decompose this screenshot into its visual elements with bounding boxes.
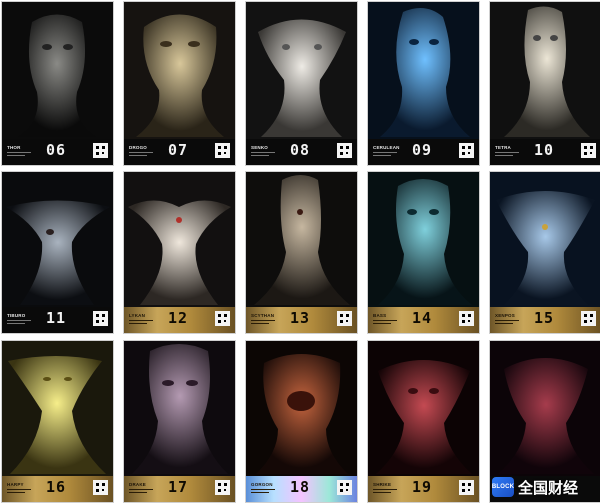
card-footer: THOR 06 — [2, 139, 113, 165]
watermark-logo-icon: BLOCK — [492, 477, 514, 497]
qr-code-icon — [215, 480, 230, 495]
card-gorgon[interactable]: GORGON 18 — [246, 341, 357, 502]
creature-name: DRAKE — [129, 482, 147, 487]
creature-name: GORGON — [251, 482, 273, 487]
watermark-text: 全国财经 — [518, 478, 579, 497]
card-tiburo[interactable]: TIBURO 11 — [2, 172, 113, 333]
card-number: 16 — [46, 478, 67, 496]
qr-code-icon — [581, 311, 596, 326]
qr-code-icon — [215, 143, 230, 158]
card-cerulean[interactable]: CERULEAN 09 — [368, 2, 479, 165]
card-footer: SCYTHAN 13 — [246, 307, 357, 333]
card-number: 09 — [412, 141, 433, 159]
qr-code-icon — [337, 480, 352, 495]
card-footer: CERULEAN 09 — [368, 139, 479, 165]
card-number: 13 — [290, 309, 311, 327]
card-number: 06 — [46, 141, 67, 159]
creature-name: DROGO — [129, 145, 148, 150]
card-number: 08 — [290, 141, 311, 159]
card-number: 07 — [168, 141, 189, 159]
qr-code-icon — [337, 143, 352, 158]
creature-name: HARPY — [7, 482, 24, 487]
creature-name: SENKO — [251, 145, 269, 150]
card-footer: HARPY 16 — [2, 476, 113, 502]
qr-code-icon — [93, 143, 108, 158]
card-number: 15 — [534, 309, 555, 327]
creature-name: SHRIKE — [373, 482, 392, 487]
qr-code-icon — [459, 480, 474, 495]
card-drake[interactable]: DRAKE 17 — [124, 341, 235, 502]
card-number: 18 — [290, 478, 311, 496]
card-harpy[interactable]: HARPY 16 — [2, 341, 113, 502]
creature-name: THOR — [7, 145, 21, 150]
card-drogo[interactable]: DROGO 07 — [124, 2, 235, 165]
qr-code-icon — [93, 311, 108, 326]
card-footer: DROGO 07 — [124, 139, 235, 165]
card-scythan[interactable]: SCYTHAN 13 — [246, 172, 357, 333]
card-footer: LYKAN 12 — [124, 307, 235, 333]
card-footer: XENPOS 15 — [490, 307, 600, 333]
qr-code-icon — [581, 143, 596, 158]
card-footer: SENKO 08 — [246, 139, 357, 165]
creature-name: TIBURO — [7, 313, 26, 318]
creature-name: TETRA — [495, 145, 511, 150]
qr-code-icon — [459, 143, 474, 158]
qr-code-icon — [215, 311, 230, 326]
card-footer: BASS 14 — [368, 307, 479, 333]
card-footer: DRAKE 17 — [124, 476, 235, 502]
qr-code-icon — [459, 311, 474, 326]
qr-code-icon — [93, 480, 108, 495]
card-footer: TETRA 10 — [490, 139, 600, 165]
card-senko[interactable]: SENKO 08 — [246, 2, 357, 165]
card-number: 12 — [168, 309, 189, 327]
card-footer: SHRIKE 19 — [368, 476, 479, 502]
creature-name: XENPOS — [495, 313, 515, 318]
card-grid: THOR 06 DROGO 07 SENKO 08 CERULEAN 09 TE… — [0, 0, 600, 504]
card-number: 17 — [168, 478, 189, 496]
creature-name: CERULEAN — [373, 145, 400, 150]
creature-name: BASS — [373, 313, 387, 318]
qr-code-icon — [337, 311, 352, 326]
card-lykan[interactable]: LYKAN 12 — [124, 172, 235, 333]
creature-name: SCYTHAN — [251, 313, 275, 318]
watermark: BLOCK 全国财经 — [492, 474, 596, 500]
card-footer: GORGON 18 — [246, 476, 357, 502]
card-tetra[interactable]: TETRA 10 — [490, 2, 600, 165]
card-number: 14 — [412, 309, 433, 327]
card-xenpos[interactable]: XENPOS 15 — [490, 172, 600, 333]
card-bass[interactable]: BASS 14 — [368, 172, 479, 333]
card-number: 11 — [46, 309, 67, 327]
card-shrike[interactable]: SHRIKE 19 — [368, 341, 479, 502]
card-number: 19 — [412, 478, 433, 496]
card-thor[interactable]: THOR 06 — [2, 2, 113, 165]
card-footer: TIBURO 11 — [2, 307, 113, 333]
creature-name: LYKAN — [129, 313, 146, 318]
card-number: 10 — [534, 141, 555, 159]
